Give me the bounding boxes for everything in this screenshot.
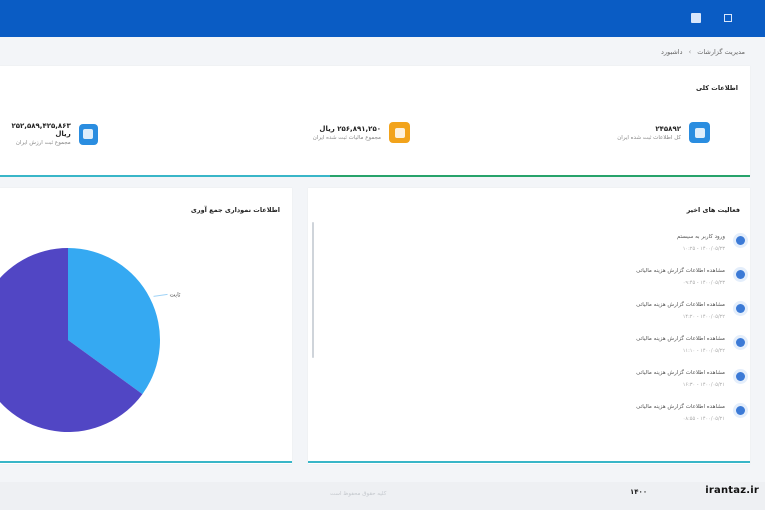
watermark-logo: irantaz.ir [705,485,759,496]
activity-time: ۱۴۰۰/۰۵/۲۱ - ۱۶:۳۰ [682,382,725,388]
activity-time: ۱۴۰۰/۰۵/۲۳ - ۱۰:۲۵ [682,246,725,252]
timeline-dot-icon [736,338,745,347]
summary-accent-bar [0,175,330,177]
list-item[interactable]: مشاهده اطلاعات گزارش هزینه مالیاتی ۱۴۰۰/… [549,266,745,300]
pie-slice-label: ثابت [170,291,181,298]
activity-time: ۱۴۰۰/۰۵/۲۳ - ۰۹:۴۵ [682,280,725,286]
activity-text: مشاهده اطلاعات گزارش هزینه مالیاتی [636,336,725,342]
square-icon[interactable] [722,12,734,24]
activity-text: مشاهده اطلاعات گزارش هزینه مالیاتی [636,404,725,410]
activity-title: فعالیت های اخیر [686,206,740,214]
list-item[interactable]: مشاهده اطلاعات گزارش هزینه مالیاتی ۱۴۰۰/… [549,300,745,334]
list-item[interactable]: ورود کاربر به سیستم ۱۴۰۰/۰۵/۲۳ - ۱۰:۲۵ [549,232,745,266]
stat-total-value: ۲۵۲,۵۸۹,۴۲۵,۸۶۳ ریال مجموع ثبت ارزش ایرا… [0,122,98,146]
top-bar [0,0,765,37]
activity-time: ۱۴۰۰/۰۵/۲۲ - ۱۱:۱۰ [682,348,725,354]
chart-card: اطلاعات نموداری جمع آوری ثابت [0,188,292,464]
list-item[interactable]: مشاهده اطلاعات گزارش هزینه مالیاتی ۱۴۰۰/… [549,334,745,368]
activity-text: مشاهده اطلاعات گزارش هزینه مالیاتی [636,302,725,308]
stat-label: مجموع مالیات ثبت شده ایران [312,134,381,141]
timeline-dot-icon [736,270,745,279]
stat-total-records: ۲۴۵۸۹۲ کل اطلاعات ثبت شده ایران [617,122,710,143]
chart-icon [78,123,98,145]
activity-text: مشاهده اطلاعات گزارش هزینه مالیاتی [636,268,725,274]
breadcrumb-separator: › [688,48,692,56]
summary-title: اطلاعات کلی [696,84,738,92]
footer-text: کلیه حقوق محفوظ است [330,491,387,497]
chart-accent-bar [0,461,292,463]
summary-card: اطلاعات کلی ۲۴۵۸۹۲ کل اطلاعات ثبت شده ای… [0,66,750,176]
stat-total-tax: ۲۵۶,۸۹۱,۲۵۰ ریال مجموع مالیات ثبت شده ای… [313,122,410,143]
stat-value: ۲۵۶,۸۹۱,۲۵۰ ریال [319,124,381,133]
scrollbar[interactable] [312,222,314,358]
breadcrumb: مدیریت گزارشات › داشبورد [661,44,745,60]
stat-label: مجموع ثبت ارزش ایران [15,140,71,146]
activity-text: ورود کاربر به سیستم [676,234,725,240]
list-item[interactable]: مشاهده اطلاعات گزارش هزینه مالیاتی ۱۴۰۰/… [549,368,745,402]
timeline-dot-icon [736,372,745,381]
stat-label: کل اطلاعات ثبت شده ایران [617,134,681,141]
pie-chart: ثابت [0,248,181,432]
timeline-dot-icon [736,304,745,313]
activity-text: مشاهده اطلاعات گزارش هزینه مالیاتی [636,370,725,376]
timeline-dot-icon [736,236,745,245]
footer-year: ۱۴۰۰ [630,488,648,496]
activity-time: ۱۴۰۰/۰۵/۲۲ - ۱۴:۲۰ [682,314,725,320]
stat-value: ۲۵۲,۵۸۹,۴۲۵,۸۶۳ ریال [11,122,71,138]
footer: کلیه حقوق محفوظ است [0,482,765,510]
summary-accent-bar [330,175,750,177]
document-icon [689,122,710,143]
activity-accent-bar [308,461,750,463]
breadcrumb-item-dashboard[interactable]: داشبورد [661,48,683,56]
money-icon [389,122,410,143]
activity-list: ورود کاربر به سیستم ۱۴۰۰/۰۵/۲۳ - ۱۰:۲۵ م… [549,232,745,436]
activity-time: ۱۴۰۰/۰۵/۲۱ - ۰۸:۵۵ [682,416,725,422]
timeline-dot-icon [736,406,745,415]
grid-icon[interactable] [690,12,702,24]
breadcrumb-item-reports[interactable]: مدیریت گزارشات [697,48,745,56]
list-item[interactable]: مشاهده اطلاعات گزارش هزینه مالیاتی ۱۴۰۰/… [549,402,745,436]
legend-leader-line [153,293,168,297]
stat-value: ۲۴۵۸۹۲ [655,124,681,133]
